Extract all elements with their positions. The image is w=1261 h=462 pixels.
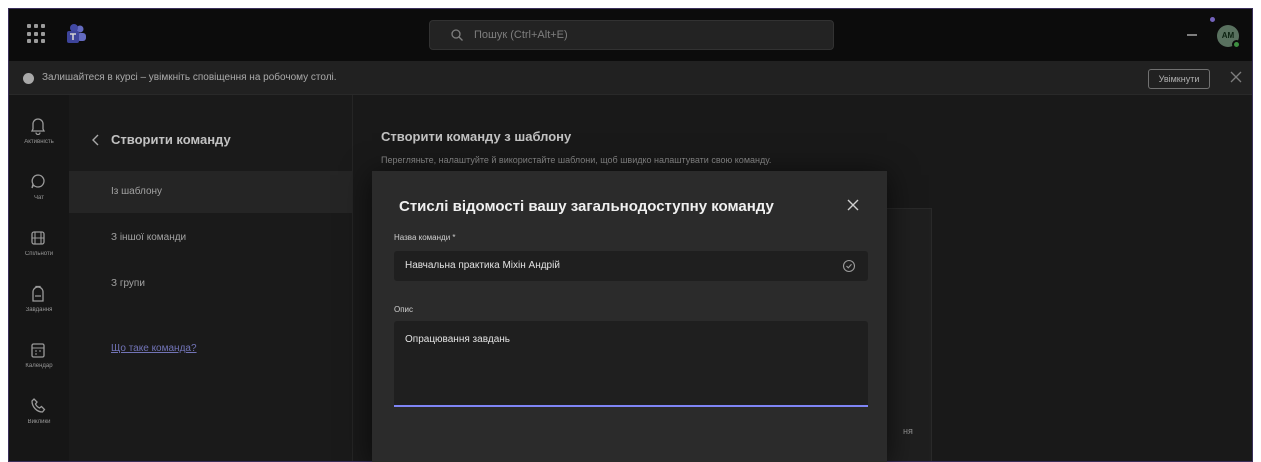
team-details-dialog: Стислі відомості вашу загальнодоступну к… [372,171,887,462]
close-icon[interactable] [846,198,860,212]
team-name-input[interactable]: Навчальна практика Міхін Андрій [394,251,868,281]
team-name-value: Навчальна практика Міхін Андрій [405,260,560,271]
check-circle-icon [842,259,856,273]
description-textarea[interactable]: Опрацювання завдань [394,321,868,407]
team-name-label: Назва команди * [394,233,456,242]
description-label: Опис [394,305,414,314]
dialog-title: Стислі відомості вашу загальнодоступну к… [399,198,774,215]
description-value: Опрацювання завдань [405,334,511,345]
